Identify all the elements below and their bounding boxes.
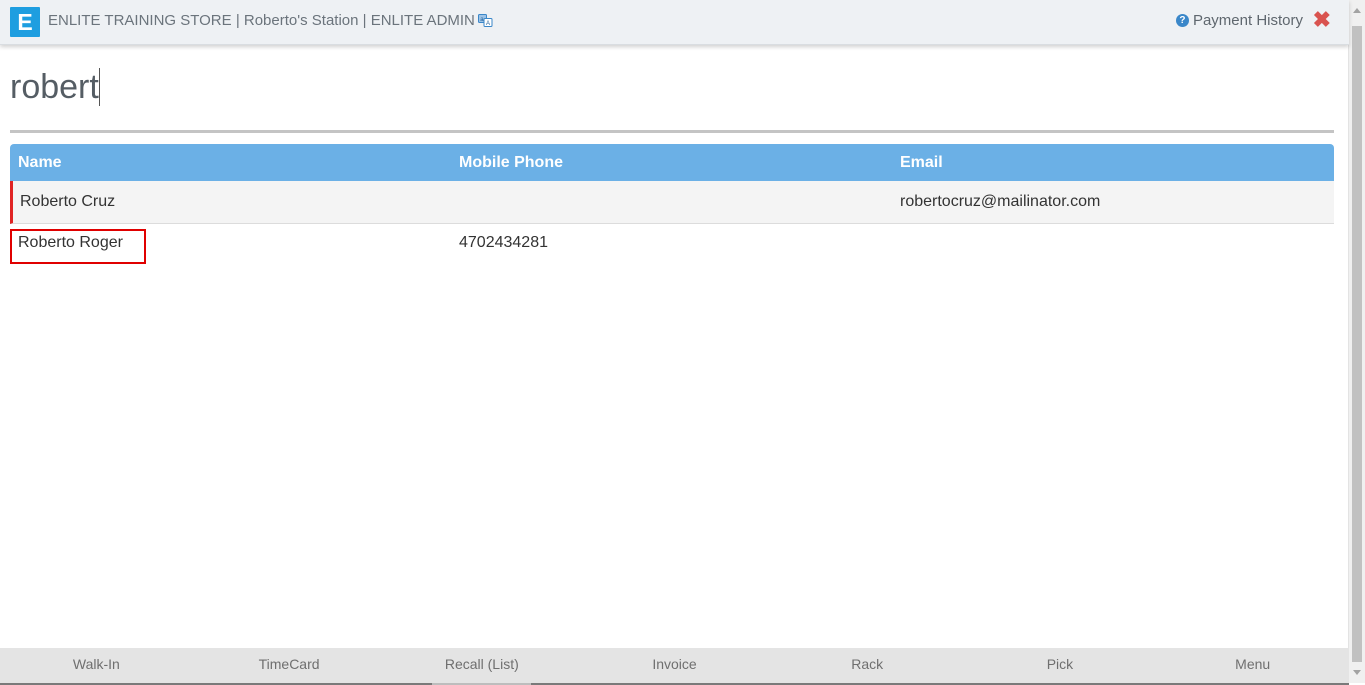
table-header-row: Name Mobile Phone Email — [10, 144, 1334, 181]
close-icon[interactable]: ✖ — [1313, 7, 1331, 33]
nav-timecard[interactable]: TimeCard — [193, 648, 386, 683]
store-title: ENLITE TRAINING STORE | Roberto's Statio… — [48, 12, 475, 29]
cell-email[interactable]: robertocruz@mailinator.com — [892, 181, 1334, 224]
table-row[interactable]: Roberto Cruz robertocruz@mailinator.com — [10, 181, 1334, 224]
cell-name[interactable]: Roberto Roger — [10, 224, 451, 266]
cell-mobile-phone[interactable]: 4702434281 — [451, 224, 892, 266]
scroll-thumb[interactable] — [1352, 26, 1362, 662]
nav-recall-list[interactable]: Recall (List) — [385, 648, 578, 685]
translate-icon[interactable]: a A — [478, 13, 493, 28]
highlighted-name[interactable]: Roberto Roger — [10, 229, 146, 264]
nav-pick[interactable]: Pick — [964, 648, 1157, 683]
cell-mobile-phone[interactable] — [451, 181, 892, 224]
svg-text:A: A — [486, 21, 490, 27]
cell-name[interactable]: Roberto Cruz — [10, 181, 451, 224]
nav-walk-in[interactable]: Walk-In — [0, 648, 193, 683]
payment-history-link[interactable]: ? Payment History — [1175, 12, 1303, 29]
nav-invoice[interactable]: Invoice — [578, 648, 771, 683]
text-caret — [99, 68, 100, 106]
table-row[interactable]: Roberto Roger 4702434281 — [10, 224, 1334, 266]
scroll-down-arrow-icon[interactable] — [1353, 670, 1361, 675]
column-header-email[interactable]: Email — [892, 144, 1334, 181]
column-header-mobile-phone[interactable]: Mobile Phone — [451, 144, 892, 181]
vertical-scrollbar[interactable] — [1348, 0, 1365, 683]
nav-rack[interactable]: Rack — [771, 648, 964, 683]
question-circle-icon: ? — [1175, 14, 1189, 27]
search-input[interactable] — [10, 62, 1334, 112]
results-table: Name Mobile Phone Email Roberto Cruz rob… — [10, 144, 1334, 266]
bottom-nav: Walk-In TimeCard Recall (List) Invoice R… — [0, 648, 1349, 685]
enlite-logo[interactable]: E — [10, 7, 40, 37]
cell-email[interactable] — [892, 224, 1334, 266]
top-bar: E ENLITE TRAINING STORE | Roberto's Stat… — [0, 0, 1349, 45]
search-area — [10, 62, 1334, 133]
column-header-name[interactable]: Name — [10, 144, 451, 181]
scroll-up-arrow-icon[interactable] — [1353, 8, 1361, 13]
payment-history-label: Payment History — [1192, 12, 1303, 29]
nav-menu[interactable]: Menu — [1156, 648, 1349, 683]
